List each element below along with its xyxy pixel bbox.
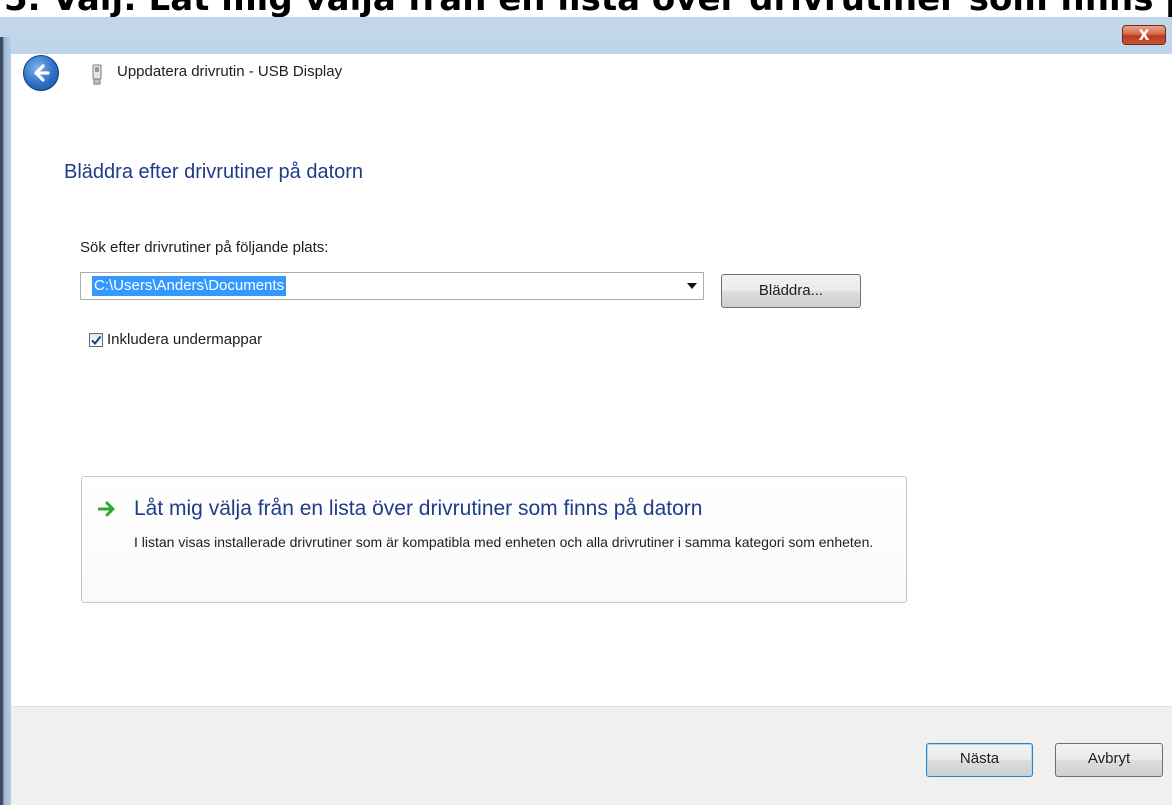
page: 5. Välj: Låt mig välja från en lista öve… <box>0 0 1172 805</box>
chevron-down-icon[interactable] <box>687 283 697 289</box>
usb-device-icon <box>92 64 102 85</box>
window-title: Uppdatera drivrutin - USB Display <box>117 63 343 80</box>
title-row: Uppdatera drivrutin - USB Display <box>11 54 1172 96</box>
back-button[interactable] <box>23 55 59 91</box>
option-title[interactable]: Låt mig välja från en lista över drivrut… <box>134 497 702 521</box>
close-button[interactable]: X <box>1122 25 1166 45</box>
back-arrow-icon <box>34 64 50 82</box>
checkmark-icon <box>91 335 102 346</box>
cancel-button[interactable]: Avbryt <box>1055 743 1163 777</box>
pick-from-list-option[interactable]: Låt mig välja från en lista över drivrut… <box>81 476 907 603</box>
include-subfolders-label[interactable]: Inkludera undermappar <box>107 331 262 348</box>
path-combobox[interactable]: C:\Users\Anders\Documents <box>80 272 704 300</box>
include-subfolders-checkbox[interactable] <box>89 333 103 347</box>
search-location-label: Sök efter drivrutiner på följande plats: <box>80 239 329 256</box>
window-frame-left <box>0 37 11 805</box>
driver-update-window: X Uppdatera drivrutin - USB Display Bläd… <box>0 17 1172 805</box>
close-icon: X <box>1138 28 1150 44</box>
dialog-content: Uppdatera drivrutin - USB Display Bläddr… <box>11 54 1172 805</box>
section-title: Bläddra efter drivrutiner på datorn <box>64 161 364 183</box>
path-value[interactable]: C:\Users\Anders\Documents <box>92 276 287 296</box>
dialog-footer: Nästa Avbryt <box>11 706 1172 805</box>
green-arrow-icon <box>98 501 115 517</box>
option-description: I listan visas installerade drivrutiner … <box>134 534 874 550</box>
browse-button[interactable]: Bläddra... <box>721 274 861 308</box>
next-button[interactable]: Nästa <box>926 743 1033 777</box>
